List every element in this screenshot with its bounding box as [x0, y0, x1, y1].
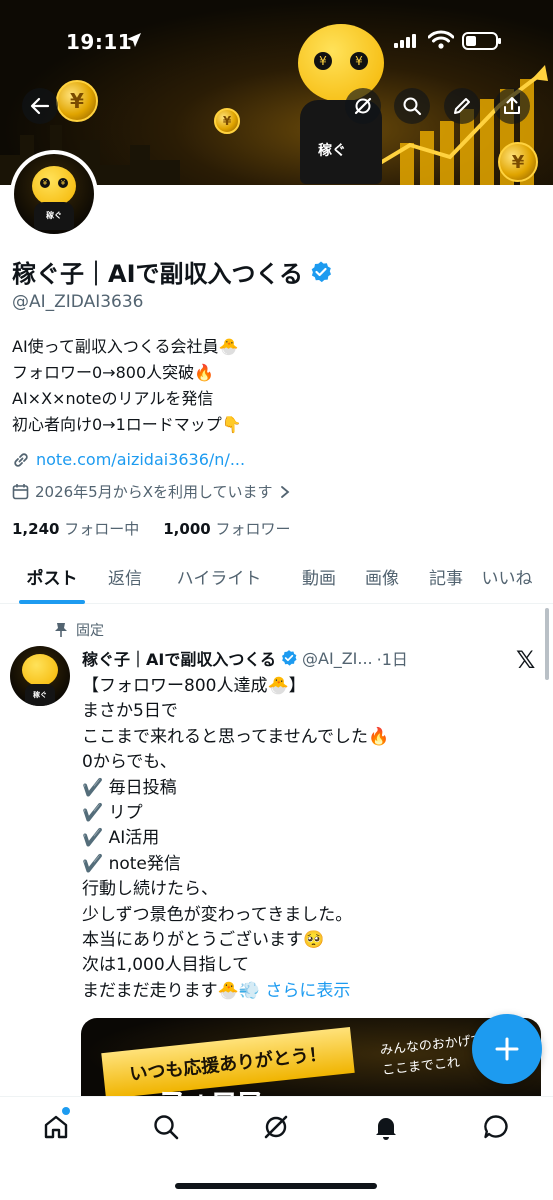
followers-count: 1,000	[163, 520, 211, 538]
post-media-image[interactable]: いつも応援ありがとう！ みんなのおかげで ここまでこれ フォロワー	[81, 1018, 541, 1108]
post-author-handle[interactable]: @AI_ZI...	[302, 649, 373, 668]
cellular-signal-icon	[394, 34, 416, 48]
display-name-text: 稼ぐ子｜AIで副収入つくる	[12, 260, 304, 288]
search-icon	[403, 97, 422, 116]
back-arrow-icon	[30, 97, 50, 115]
home-indicator	[175, 1183, 377, 1189]
avatar-shirt-text: 稼ぐ	[46, 211, 62, 220]
following-label: フォロー中	[64, 520, 140, 538]
pinned-label: 固定	[76, 623, 104, 639]
calendar-icon	[12, 484, 29, 500]
tab-highlights[interactable]: ハイライト	[146, 548, 292, 604]
post-header: 稼ぐ子｜AIで副収入つくる @AI_ZI... ·1日	[82, 646, 464, 670]
share-icon	[504, 97, 520, 114]
bell-icon	[376, 1118, 396, 1140]
profile-handle: @AI_ZIDAI3636	[12, 292, 144, 312]
tab-images[interactable]: 画像	[346, 548, 418, 604]
post-author-avatar[interactable]: 稼ぐ	[10, 646, 70, 706]
profile-link-text[interactable]: note.com/aizidai3636/n/...	[36, 450, 245, 469]
profile-joined[interactable]: 2026年5月からXを利用しています	[12, 481, 291, 502]
shirt-text: 稼ぐ	[318, 143, 346, 159]
wifi-icon	[428, 30, 454, 49]
nav-home[interactable]	[36, 1111, 76, 1143]
pin-icon	[55, 623, 67, 637]
search-button[interactable]	[394, 88, 430, 124]
pinned-indicator: 固定	[54, 620, 104, 640]
edit-button[interactable]	[444, 88, 480, 124]
home-icon	[44, 1115, 68, 1139]
nav-search[interactable]	[146, 1111, 186, 1143]
followers-label: フォロワー	[215, 520, 291, 538]
coin-decoration: ¥	[56, 80, 98, 122]
status-time: 19:11	[66, 30, 133, 54]
tab-articles[interactable]: 記事	[418, 548, 474, 604]
show-more-link[interactable]: さらに表示	[265, 981, 350, 1001]
link-icon	[14, 452, 28, 467]
following-link[interactable]: 1,240 フォロー中	[12, 518, 139, 539]
post-time[interactable]: ·1日	[377, 646, 408, 670]
status-bar: 19:11	[0, 0, 553, 84]
media-side-text: みんなのおかげで ここまでこれ	[379, 1032, 485, 1079]
nav-notifications[interactable]	[366, 1111, 406, 1143]
nav-messages[interactable]	[476, 1111, 516, 1143]
joined-text: 2026年5月からXを利用しています	[35, 483, 273, 501]
post-avatar-text: 稼ぐ	[25, 684, 55, 706]
share-button[interactable]	[494, 88, 530, 124]
search-icon	[154, 1115, 179, 1140]
nav-grok[interactable]	[256, 1111, 296, 1143]
location-arrow-icon	[127, 33, 141, 47]
tab-posts[interactable]: ポスト	[0, 548, 104, 604]
profile-link[interactable]: note.com/aizidai3636/n/...	[12, 450, 245, 469]
coin-decoration: ¥	[498, 142, 538, 182]
back-button[interactable]	[22, 88, 58, 124]
profile-tabs: ポスト 返信 ハイライト 動画 画像 記事 いいね	[0, 548, 553, 604]
x-logo-icon[interactable]: 𝕏	[516, 646, 535, 674]
post-author-name[interactable]: 稼ぐ子｜AIで副収入つくる	[82, 646, 276, 670]
followers-link[interactable]: 1,000 フォロワー	[163, 518, 290, 539]
verified-badge-icon[interactable]	[309, 260, 333, 284]
plus-icon	[495, 1037, 519, 1061]
post-text: 【フォロワー800人達成🐣】 まさか5日で ここまで来れると思ってませんでした🔥…	[82, 674, 522, 1004]
following-count: 1,240	[12, 520, 60, 538]
follow-stats: 1,240 フォロー中 1,000 フォロワー	[12, 518, 291, 539]
post-body-text: 【フォロワー800人達成🐣】 まさか5日で ここまで来れると思ってませんでした🔥…	[82, 676, 390, 1001]
battery-icon	[462, 32, 501, 50]
grok-icon	[354, 97, 372, 115]
profile-display-name: 稼ぐ子｜AIで副収入つくる	[12, 254, 333, 289]
chevron-right-icon	[280, 485, 289, 498]
grok-button[interactable]	[345, 88, 381, 124]
home-notification-dot	[62, 1107, 70, 1115]
verified-badge-icon	[282, 650, 297, 666]
tab-videos[interactable]: 動画	[292, 548, 346, 604]
tab-likes[interactable]: いいね	[474, 548, 540, 604]
pencil-icon	[454, 98, 470, 114]
avatar-image: ¥ ¥ 稼ぐ	[14, 154, 94, 234]
tab-replies[interactable]: 返信	[104, 548, 146, 604]
grok-icon	[264, 1115, 288, 1139]
coin-decoration: ¥	[214, 108, 240, 134]
scrollbar[interactable]	[545, 608, 549, 680]
compose-button[interactable]	[472, 1014, 542, 1084]
profile-avatar[interactable]: ¥ ¥ 稼ぐ	[10, 150, 98, 238]
chat-icon	[484, 1115, 508, 1139]
profile-bio: AI使って副収入つくる会社員🐣 フォロワー0→800人突破🔥 AI×X×note…	[12, 337, 242, 434]
